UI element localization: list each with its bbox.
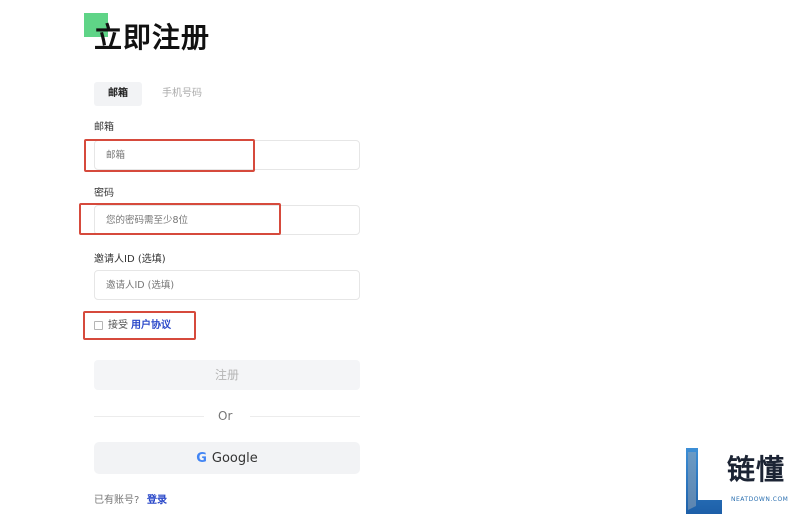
divider-right [250, 416, 360, 417]
tab-email[interactable]: 邮箱 [94, 82, 142, 106]
password-label: 密码 [94, 188, 114, 199]
google-signin-button[interactable]: G Google [94, 442, 360, 474]
register-button[interactable]: 注册 [94, 360, 360, 390]
page-title: 立即注册 [94, 21, 211, 54]
tab-phone[interactable]: 手机号码 [148, 82, 216, 106]
google-icon: G [196, 450, 207, 466]
google-button-label: Google [211, 450, 258, 466]
email-input[interactable] [94, 140, 360, 170]
email-label: 邮箱 [94, 122, 114, 133]
user-agreement-link[interactable]: 用户协议 [131, 319, 171, 332]
referrer-label: 邀请人ID (选填) [94, 254, 166, 265]
divider-left [94, 416, 204, 417]
referrer-input[interactable] [94, 270, 360, 300]
watermark-subtext: NEATDOWN.COM [731, 496, 789, 503]
login-link[interactable]: 登录 [147, 494, 167, 507]
accept-text: 接受 [108, 320, 128, 331]
or-text: Or [218, 409, 233, 423]
have-account-text: 已有账号? [94, 495, 140, 506]
watermark-text: 链懂 [727, 453, 786, 486]
agreement-checkbox[interactable] [94, 321, 103, 330]
password-input[interactable] [94, 205, 360, 235]
